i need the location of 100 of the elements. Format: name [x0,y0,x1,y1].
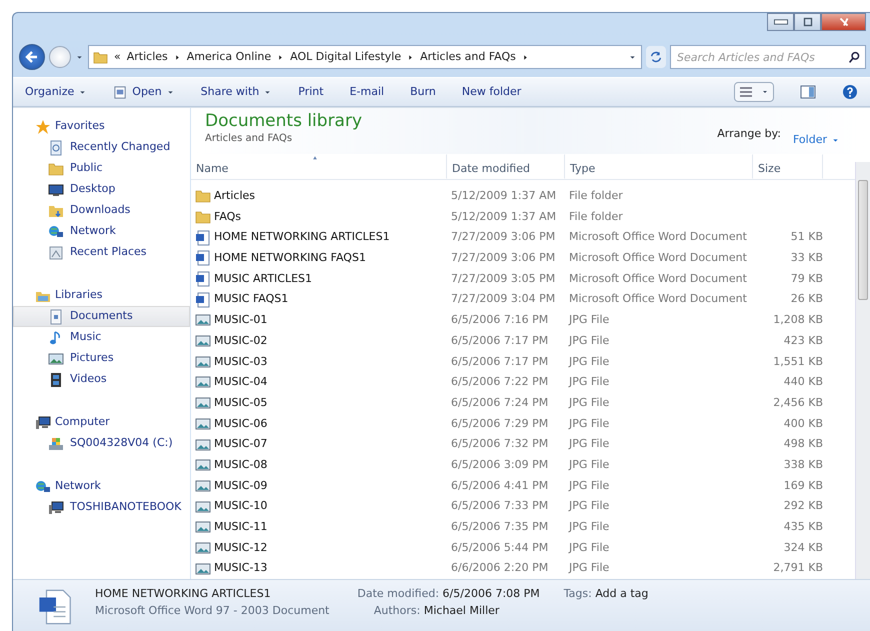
type-cell-text: JPG File [568,312,610,328]
back-button[interactable] [19,44,45,70]
date-cell-text: 7/27/2009 3:06 PM [450,229,556,246]
property-value[interactable]: Add a tag [595,587,648,600]
file-name[interactable]: MUSIC-07 [214,436,268,453]
folder-icon [48,160,64,176]
file-name[interactable]: MUSIC-03 [214,354,268,370]
date-cell-text: 5/12/2009 1:37 AM [450,188,558,204]
size-cell-text: 51 KB [790,229,823,246]
toolbar-button[interactable]: New folder [462,84,522,100]
file-name[interactable]: HOME NETWORKING ARTICLES1 [214,229,390,246]
sidebar-item[interactable]: SQ004328V04 (C:) [13,433,190,454]
file-name[interactable]: MUSIC-09 [214,478,268,494]
scrollbar[interactable] [855,162,870,579]
toolbar-button[interactable]: Share with [200,84,272,100]
file-name[interactable]: MUSIC-10 [214,498,268,515]
document-icon [113,84,128,100]
computer-icon [35,414,51,430]
file-name[interactable]: MUSIC-04 [214,374,268,391]
column-header[interactable]: Name [191,154,447,179]
sidebar-item[interactable]: TOSHIBANOTEBOOK [13,497,190,518]
sidebar-item[interactable]: Videos [13,369,190,390]
sidebar-heading[interactable]: Network [55,478,101,495]
breadcrumb-item[interactable]: Articles and FAQs [420,48,516,66]
toolbar-button[interactable]: Print [298,84,324,100]
close-button[interactable] [821,13,866,31]
file-name[interactable]: MUSIC-13 [214,560,268,577]
sidebar-item[interactable]: Public [13,158,190,179]
breadcrumb-item[interactable]: America Online [186,48,272,66]
size-cell-text: 423 KB [782,332,823,349]
scroll-thumb[interactable] [858,180,868,300]
column-header[interactable]: Date modified [447,154,565,179]
back-arrow-icon [24,49,40,65]
property-value: Michael Miller [424,604,500,616]
sidebar-heading[interactable]: Favorites [55,118,105,135]
sidebar-item[interactable]: Music [13,327,190,348]
minimize-button[interactable] [767,13,794,31]
property-label: Authors: [374,604,420,616]
document-icon [195,271,211,288]
date-cell-text: 6/6/2006 2:20 PM [450,560,550,576]
file-name[interactable]: MUSIC-12 [214,540,268,556]
sidebar-item[interactable]: Recently Changed [13,137,190,158]
sidebar-item[interactable]: Desktop [13,179,190,200]
file-name[interactable]: MUSIC-02 [214,332,268,350]
document-icon [195,250,211,266]
sidebar-item[interactable]: Pictures [13,348,190,369]
column-header[interactable]: Size [753,154,823,179]
sidebar-item[interactable]: Documents [13,306,190,327]
date-cell-text: 6/5/2006 7:17 PM [450,354,550,370]
toolbar-button[interactable]: Organize [25,84,88,100]
file-name[interactable]: MUSIC ARTICLES1 [214,270,312,288]
sidebar-item[interactable]: Downloads [13,200,190,221]
overflow-chevron[interactable]: « [114,48,121,66]
arrange-dropdown[interactable]: Folder [793,126,840,154]
arrange-label: Arrange by: [717,126,781,142]
toolbar-button[interactable]: Open [113,84,175,100]
type-cell-text: JPG File [568,416,610,432]
search-field[interactable]: Search Articles and FAQs [670,45,866,69]
toolbar-button[interactable]: Burn [410,84,436,100]
sidebar-item[interactable]: Recent Places [13,242,190,263]
details-file-type: Microsoft Office Word 97 - 2003 Document [95,602,330,618]
size-cell-text: 169 KB [782,478,823,494]
help-button[interactable] [842,84,858,100]
details-view-icon [739,86,753,98]
preview-pane-button[interactable] [800,84,816,100]
size-cell-text: 440 KB [782,374,823,390]
type-cell-text: JPG File [568,560,610,576]
type-cell-text: Microsoft Office Word Document [568,250,748,266]
file-name[interactable]: MUSIC-11 [214,519,268,536]
image-icon [195,333,211,350]
size-cell-text: 435 KB [782,519,823,536]
file-name[interactable]: MUSIC-06 [214,416,268,432]
file-name[interactable]: Articles [214,188,256,205]
file-name[interactable]: MUSIC FAQS1 [214,291,288,308]
breadcrumb-item[interactable]: AOL Digital Lifestyle [290,48,402,66]
image-icon [195,540,211,556]
file-name[interactable]: MUSIC-01 [214,312,268,329]
breadcrumb-item[interactable]: Articles [126,48,168,66]
sidebar-heading[interactable]: Libraries [55,287,103,304]
date-cell-text: 6/5/2006 7:24 PM [450,394,550,411]
size-cell-text: 324 KB [782,540,823,556]
film-icon [48,372,64,388]
sidebar-item[interactable]: Network [13,221,190,242]
type-cell-text: JPG File [568,498,610,514]
property-label: Date modified: [357,587,440,600]
address-bar[interactable]: « Articles America Online AOL Digital Lifestyle Articles and FAQs [88,45,642,69]
file-name[interactable]: HOME NETWORKING FAQS1 [214,250,366,267]
date-cell-text: 6/5/2006 3:09 PM [450,456,550,473]
refresh-button[interactable] [646,46,666,68]
sidebar-heading[interactable]: Computer [55,414,110,431]
file-name[interactable]: MUSIC-05 [214,394,268,412]
date-cell-text: 7/27/2009 3:05 PM [450,270,556,287]
file-name[interactable]: MUSIC-08 [214,456,268,474]
column-header[interactable]: Type [565,154,753,179]
date-cell-text: 6/5/2006 7:35 PM [450,519,550,536]
type-cell-text: JPG File [568,374,610,390]
maximize-button[interactable] [794,13,821,31]
toolbar-button[interactable]: E-mail [350,84,384,100]
file-name[interactable]: FAQs [214,208,242,226]
view-options-button[interactable] [734,82,774,102]
